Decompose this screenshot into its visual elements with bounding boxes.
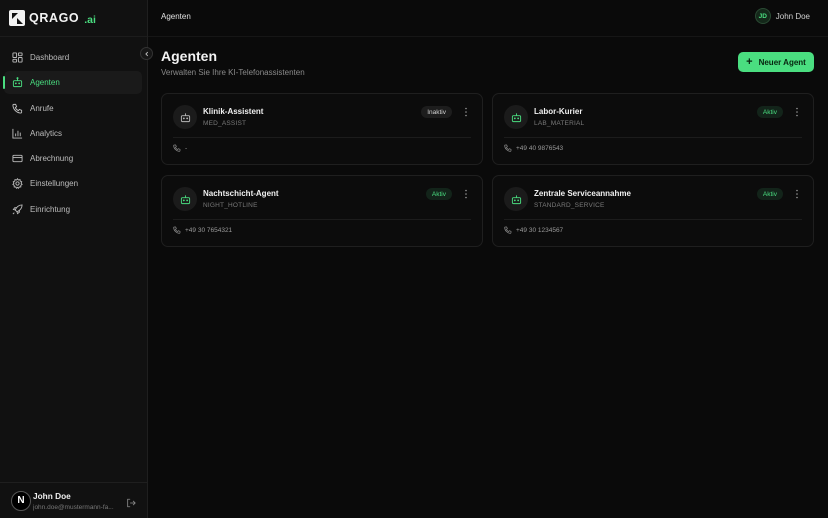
bar-chart-icon xyxy=(12,128,23,139)
page-subtitle: Verwalten Sie Ihre KI-Telefonassistenten xyxy=(161,68,305,77)
user-email: john.doe@mustermann-fa... xyxy=(33,503,114,511)
user-name: John Doe xyxy=(33,490,71,501)
agent-card[interactable]: Labor-Kurier LAB_MATERIAL Aktiv +49 40 9… xyxy=(492,93,814,165)
agent-code: MED_ASSIST xyxy=(203,120,247,127)
breadcrumb: Agenten xyxy=(161,12,191,21)
more-vertical-icon[interactable] xyxy=(463,188,469,200)
phone-icon xyxy=(504,226,512,234)
agent-name: Klinik-Assistent xyxy=(203,107,264,116)
chevron-left-icon xyxy=(144,51,148,56)
divider xyxy=(504,219,802,220)
robot-icon xyxy=(504,105,528,129)
agent-phone: - xyxy=(173,144,187,152)
brand-name: QRAGO xyxy=(29,11,80,25)
agent-code: STANDARD_SERVICE xyxy=(534,202,605,209)
sidebar-item-label: Dashboard xyxy=(30,53,70,62)
sidebar-item-abrechnung[interactable]: Abrechnung xyxy=(4,147,142,170)
sidebar: QRAGO .ai Dashboard Agenten Anrufe Analy… xyxy=(0,0,148,518)
phone-icon xyxy=(173,144,181,152)
sidebar-item-label: Analytics xyxy=(30,128,63,138)
agent-name: Zentrale Serviceannahme xyxy=(534,189,631,198)
phone-icon xyxy=(12,103,23,114)
sidebar-user[interactable]: N John Doe john.doe@mustermann-fa... xyxy=(0,482,148,518)
phone-icon xyxy=(173,226,181,234)
divider xyxy=(173,137,471,138)
agent-phone: +49 30 7654321 xyxy=(173,226,232,234)
sidebar-item-label: Abrechnung xyxy=(30,154,74,164)
user-menu[interactable]: JD John Doe xyxy=(754,8,810,24)
logo[interactable]: QRAGO .ai xyxy=(0,0,147,37)
agent-card[interactable]: Klinik-Assistent MED_ASSIST Inaktiv - xyxy=(161,93,483,165)
agent-phone-number: +49 40 9876543 xyxy=(516,144,564,152)
agent-card[interactable]: Nachtschicht-Agent NIGHT_HOTLINE Aktiv +… xyxy=(161,175,483,247)
agent-phone-number: +49 30 1234567 xyxy=(516,226,564,234)
robot-icon xyxy=(504,187,528,211)
plus-icon: + xyxy=(746,56,753,68)
agent-name: Labor-Kurier xyxy=(534,107,583,116)
status-badge: Inaktiv xyxy=(421,106,452,118)
agent-name: Nachtschicht-Agent xyxy=(203,189,279,198)
grid-icon xyxy=(12,52,23,63)
sidebar-item-anrufe[interactable]: Anrufe xyxy=(4,97,142,120)
agent-phone: +49 30 1234567 xyxy=(504,226,563,234)
sidebar-item-label: Einstellungen xyxy=(30,179,79,189)
robot-icon xyxy=(12,77,23,88)
sidebar-item-einstellungen[interactable]: Einstellungen xyxy=(4,172,142,195)
agent-code: NIGHT_HOTLINE xyxy=(203,202,258,209)
sidebar-item-dashboard[interactable]: Dashboard xyxy=(4,46,142,69)
status-badge: Aktiv xyxy=(756,106,783,118)
agent-phone-number: - xyxy=(185,144,188,152)
collapse-sidebar-button[interactable] xyxy=(140,47,153,60)
more-vertical-icon[interactable] xyxy=(794,106,800,118)
topbar: Agenten JD John Doe xyxy=(148,0,828,37)
logout-icon[interactable] xyxy=(126,495,136,513)
gear-icon xyxy=(12,178,23,190)
agent-phone-number: +49 30 7654321 xyxy=(185,226,233,234)
status-badge: Aktiv xyxy=(756,188,783,200)
agent-phone: +49 40 9876543 xyxy=(504,144,563,152)
sidebar-item-label: Agenten xyxy=(30,78,60,88)
status-badge: Aktiv xyxy=(425,188,452,200)
rocket-icon xyxy=(12,204,23,215)
sidebar-item-label: Einrichtung xyxy=(30,204,71,214)
new-agent-button[interactable]: + Neuer Agent xyxy=(738,52,814,72)
sidebar-nav: Dashboard Agenten Anrufe Analytics Abrec… xyxy=(3,46,142,223)
new-agent-label: Neuer Agent xyxy=(758,57,806,67)
credit-card-icon xyxy=(12,153,23,164)
page-title: Agenten xyxy=(161,48,217,64)
sidebar-item-agenten[interactable]: Agenten xyxy=(3,71,142,95)
agent-code: LAB_MATERIAL xyxy=(534,120,585,127)
phone-icon xyxy=(504,144,512,152)
logo-icon xyxy=(9,10,25,26)
sidebar-item-label: Anrufe xyxy=(30,103,54,113)
brand-suffix: .ai xyxy=(84,13,96,26)
sidebar-item-einrichtung[interactable]: Einrichtung xyxy=(4,198,142,221)
sidebar-item-analytics[interactable]: Analytics xyxy=(4,122,142,145)
divider xyxy=(173,219,471,220)
robot-icon xyxy=(173,187,197,211)
user-menu-name: John Doe xyxy=(775,11,810,21)
more-vertical-icon[interactable] xyxy=(463,106,469,118)
agent-card[interactable]: Zentrale Serviceannahme STANDARD_SERVICE… xyxy=(492,175,814,247)
divider xyxy=(504,137,802,138)
robot-icon xyxy=(173,105,197,129)
more-vertical-icon[interactable] xyxy=(794,188,800,200)
avatar: N xyxy=(11,490,31,511)
user-avatar: JD xyxy=(754,8,771,24)
